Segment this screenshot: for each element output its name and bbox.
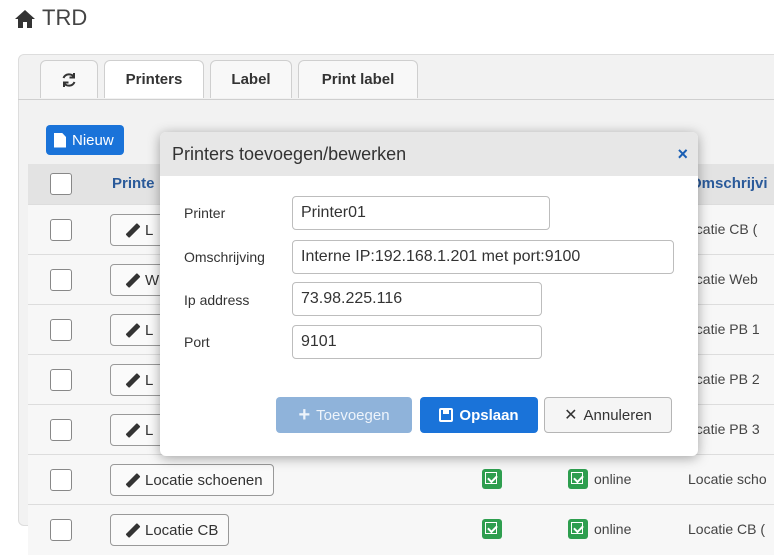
pencil-icon [123,372,141,388]
save-button[interactable]: Opslaan [420,397,538,433]
add-button-label: Toevoegen [316,406,390,424]
new-button[interactable]: Nieuw [46,125,124,155]
row-edit-label: L [145,421,154,439]
dialog-title: Printers toevoegen/bewerken [172,144,407,164]
row-edit-label: L [145,221,154,239]
pencil-icon [123,472,141,488]
ip-address-input[interactable] [292,282,542,316]
row-edit-button[interactable]: Locatie schoenen [110,464,274,496]
table-row: Locatie schoenen online Locatie scho [28,454,774,505]
active-check-icon [482,469,502,489]
row-edit-label: W [145,271,160,289]
port-input[interactable] [292,325,542,359]
select-all-checkbox[interactable] [50,173,72,195]
top-bar: TRD [0,0,774,38]
tab-print-label[interactable]: Print label [298,60,418,98]
row-edit-label: L [145,371,154,389]
row-status: online [594,521,632,537]
column-header-description[interactable]: Omschrijvi [690,175,768,192]
row-edit-button[interactable]: L [110,214,165,246]
new-button-label: Nieuw [72,131,114,149]
ip-address-label: Ip address [184,292,250,308]
add-button[interactable]: + Toevoegen [276,397,412,433]
row-status: online [594,471,632,487]
row-description: ocatie PB 1 [688,321,760,337]
table-row: Locatie CB online Locatie CB ( [28,504,774,555]
row-description: ocatie PB 3 [688,421,760,437]
row-checkbox[interactable] [50,219,72,241]
row-checkbox[interactable] [50,319,72,341]
cancel-button-label: Annuleren [583,406,652,424]
save-icon [439,408,454,422]
home-icon[interactable] [14,8,36,30]
cancel-button[interactable]: ✕ Annuleren [544,397,672,433]
description-label: Omschrijving [184,249,265,265]
pencil-icon [123,272,141,288]
online-check-icon [568,519,588,539]
tab-printers[interactable]: Printers [104,60,204,98]
row-checkbox[interactable] [50,469,72,491]
row-description: ocatie CB ( [688,221,758,237]
column-header-printer[interactable]: Printe [112,175,155,192]
row-edit-button[interactable]: L [110,364,165,396]
row-description: ocatie PB 2 [688,371,760,387]
pencil-icon [123,522,141,538]
refresh-icon [62,72,76,87]
row-edit-button[interactable]: L [110,414,165,446]
row-edit-label: Locatie CB [145,521,219,539]
save-button-label: Opslaan [459,406,519,424]
pencil-icon [123,322,141,338]
edit-printer-dialog: Printers toevoegen/bewerken × Printer Om… [160,132,698,456]
x-icon: ✕ [564,407,578,424]
dialog-header: Printers toevoegen/bewerken × [160,132,698,176]
row-description: Locatie scho [688,471,767,487]
row-checkbox[interactable] [50,419,72,441]
row-edit-button[interactable]: Locatie CB [110,514,230,546]
tab-divider [18,99,774,100]
tab-label[interactable]: Label [210,60,292,98]
active-check-icon [482,519,502,539]
printer-input[interactable] [292,196,550,230]
row-edit-label: L [145,321,154,339]
plus-icon: + [298,403,311,426]
description-input[interactable] [292,240,674,274]
tab-refresh[interactable] [40,60,98,98]
row-checkbox[interactable] [50,269,72,291]
pencil-icon [123,222,141,238]
row-description: Locatie CB ( [688,521,766,537]
pencil-icon [123,422,141,438]
printer-label: Printer [184,205,226,221]
close-icon[interactable]: × [677,144,688,165]
online-check-icon [568,469,588,489]
app-title: TRD [42,5,88,30]
row-description: ocatie Web [688,271,758,287]
row-checkbox[interactable] [50,519,72,541]
document-icon [54,132,66,148]
row-edit-button[interactable]: L [110,314,165,346]
row-edit-label: Locatie schoenen [145,471,263,489]
port-label: Port [184,334,210,350]
row-checkbox[interactable] [50,369,72,391]
